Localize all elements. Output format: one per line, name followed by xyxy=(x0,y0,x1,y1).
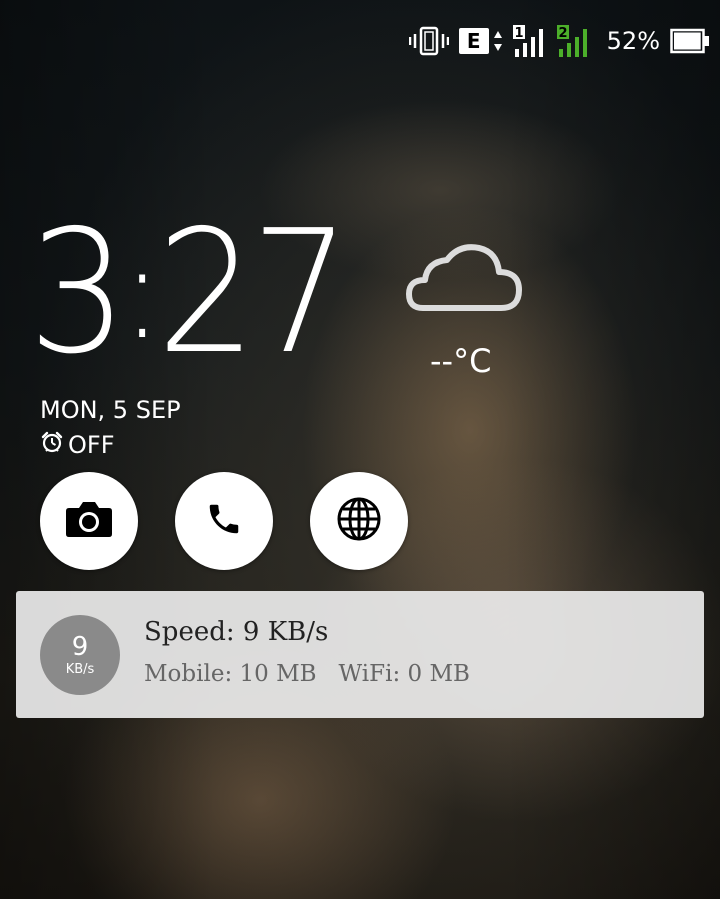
alarm-status: OFF xyxy=(40,430,115,460)
notification-usage: Mobile: 10 MB WiFi: 0 MB xyxy=(144,661,470,687)
phone-shortcut-button[interactable] xyxy=(175,472,273,570)
sim2-signal-icon: 2 xyxy=(556,25,593,57)
browser-shortcut-button[interactable] xyxy=(310,472,408,570)
sim1-signal-icon: 1 xyxy=(512,25,547,57)
mobile-usage: Mobile: 10 MB xyxy=(144,661,317,687)
battery-icon xyxy=(670,27,710,55)
network-type-badge: E xyxy=(458,28,489,54)
speed-badge-unit: KB/s xyxy=(65,661,95,677)
speed-badge: 9 KB/s xyxy=(40,615,120,695)
clock-minutes: 27 xyxy=(156,194,351,392)
camera-shortcut-button[interactable] xyxy=(40,472,138,570)
status-bar: E 1 2 52% xyxy=(408,20,710,62)
camera-icon xyxy=(65,500,113,542)
vibrate-icon xyxy=(408,26,449,56)
notification-title: Speed: 9 KB/s xyxy=(144,617,329,647)
weather-temperature: --°C xyxy=(430,342,492,380)
battery-percent: 52% xyxy=(606,27,660,55)
phone-icon xyxy=(205,500,243,542)
alarm-label: OFF xyxy=(68,431,115,459)
date-text: MON, 5 SEP xyxy=(40,396,181,424)
wifi-usage: WiFi: 0 MB xyxy=(338,661,470,687)
cloud-icon[interactable] xyxy=(405,238,525,318)
sim1-label: 1 xyxy=(514,26,523,41)
speed-notification[interactable]: 9 KB/s Speed: 9 KB/s Mobile: 10 MB WiFi:… xyxy=(16,591,704,718)
lockscreen-clock: 3:27 xyxy=(28,208,350,391)
sim2-label: 2 xyxy=(558,26,567,41)
alarm-clock-icon xyxy=(40,430,64,460)
clock-separator: : xyxy=(121,216,162,368)
globe-icon xyxy=(336,496,382,546)
clock-hour: 3 xyxy=(28,194,128,392)
speed-badge-value: 9 xyxy=(71,631,89,662)
data-activity-icon xyxy=(493,30,503,52)
